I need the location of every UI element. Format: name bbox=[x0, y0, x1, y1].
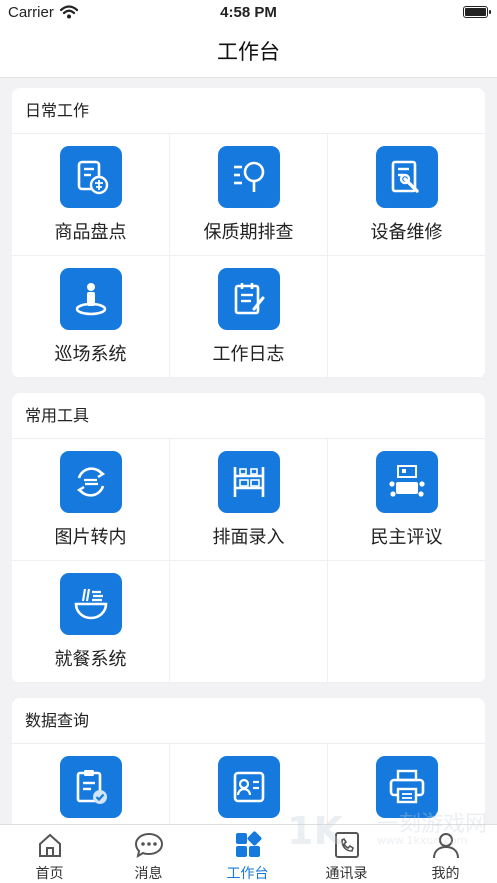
app-item-printer[interactable] bbox=[328, 744, 485, 824]
app-label: 保质期排查 bbox=[203, 222, 294, 243]
shelf-life-search-icon bbox=[217, 146, 280, 208]
clipboard-check-icon bbox=[59, 756, 122, 818]
battery-icon bbox=[463, 6, 491, 18]
profile-icon bbox=[432, 833, 459, 859]
message-icon bbox=[134, 832, 163, 859]
tab-label: 通讯录 bbox=[325, 866, 368, 882]
printer-icon bbox=[375, 756, 438, 818]
tab-workbench[interactable]: 工作台 bbox=[198, 825, 297, 883]
nav-bar: 工作台 bbox=[0, 26, 497, 78]
section-common-tools: 常用工具 图片转内 排面录入 民主评议 就餐系统 bbox=[12, 393, 485, 683]
app-label: 排面录入 bbox=[212, 527, 285, 548]
inventory-check-icon bbox=[59, 146, 122, 208]
tab-profile[interactable]: 我的 bbox=[396, 825, 495, 883]
app-item-patrol[interactable]: 巡场系统 bbox=[12, 256, 170, 378]
app-item-equipment-repair[interactable]: 设备维修 bbox=[328, 134, 485, 256]
app-label: 商品盘点 bbox=[54, 222, 127, 243]
status-bar: Carrier 4:58 PM bbox=[0, 0, 497, 26]
app-item-dining[interactable]: 就餐系统 bbox=[12, 561, 170, 683]
dining-bowl-icon bbox=[59, 573, 122, 635]
home-icon bbox=[38, 833, 61, 857]
contacts-icon bbox=[334, 832, 359, 858]
section-data-query: 数据查询 bbox=[12, 698, 485, 824]
app-label: 民主评议 bbox=[370, 527, 443, 548]
empty-cell bbox=[170, 561, 328, 683]
id-card-icon bbox=[217, 756, 280, 818]
section-title: 日常工作 bbox=[12, 88, 485, 134]
app-item-work-log[interactable]: 工作日志 bbox=[170, 256, 328, 378]
app-label: 设备维修 bbox=[370, 222, 443, 243]
app-item-inventory-check[interactable]: 商品盘点 bbox=[12, 134, 170, 256]
empty-cell bbox=[328, 561, 485, 683]
app-label: 工作日志 bbox=[212, 344, 285, 365]
status-time: 4:58 PM bbox=[220, 4, 277, 21]
section-daily-work: 日常工作 商品盘点 保质期排查 设备维修 巡场系统 工作日志 bbox=[12, 88, 485, 378]
tab-label: 我的 bbox=[431, 866, 460, 882]
page-title: 工作台 bbox=[217, 40, 280, 64]
tab-label: 工作台 bbox=[226, 866, 269, 882]
work-log-icon bbox=[217, 268, 280, 330]
section-title: 常用工具 bbox=[12, 393, 485, 439]
tab-bar: 首页 消息 工作台 通讯录 我的 bbox=[0, 824, 497, 883]
app-item-democratic-review[interactable]: 民主评议 bbox=[328, 439, 485, 561]
shelf-entry-icon bbox=[217, 451, 280, 513]
tab-home[interactable]: 首页 bbox=[0, 825, 99, 883]
image-convert-icon bbox=[59, 451, 122, 513]
app-item-shelf-life-search[interactable]: 保质期排查 bbox=[170, 134, 328, 256]
patrol-location-icon bbox=[59, 268, 122, 330]
app-label: 就餐系统 bbox=[54, 649, 127, 670]
democratic-review-icon bbox=[375, 451, 438, 513]
app-item-image-convert[interactable]: 图片转内 bbox=[12, 439, 170, 561]
workbench-content[interactable]: 日常工作 商品盘点 保质期排查 设备维修 巡场系统 工作日志 常用工具 图片转内… bbox=[0, 78, 497, 824]
app-label: 巡场系统 bbox=[54, 344, 127, 365]
equipment-repair-icon bbox=[375, 146, 438, 208]
tab-contacts[interactable]: 通讯录 bbox=[297, 825, 396, 883]
empty-cell bbox=[328, 256, 485, 378]
tab-label: 消息 bbox=[134, 866, 163, 882]
app-item-clipboard-check[interactable] bbox=[12, 744, 170, 824]
workbench-icon bbox=[235, 831, 261, 857]
section-title: 数据查询 bbox=[12, 698, 485, 744]
app-item-shelf-entry[interactable]: 排面录入 bbox=[170, 439, 328, 561]
app-item-id-card[interactable] bbox=[170, 744, 328, 824]
tab-messages[interactable]: 消息 bbox=[99, 825, 198, 883]
tab-label: 首页 bbox=[35, 866, 64, 882]
app-label: 图片转内 bbox=[54, 527, 127, 548]
